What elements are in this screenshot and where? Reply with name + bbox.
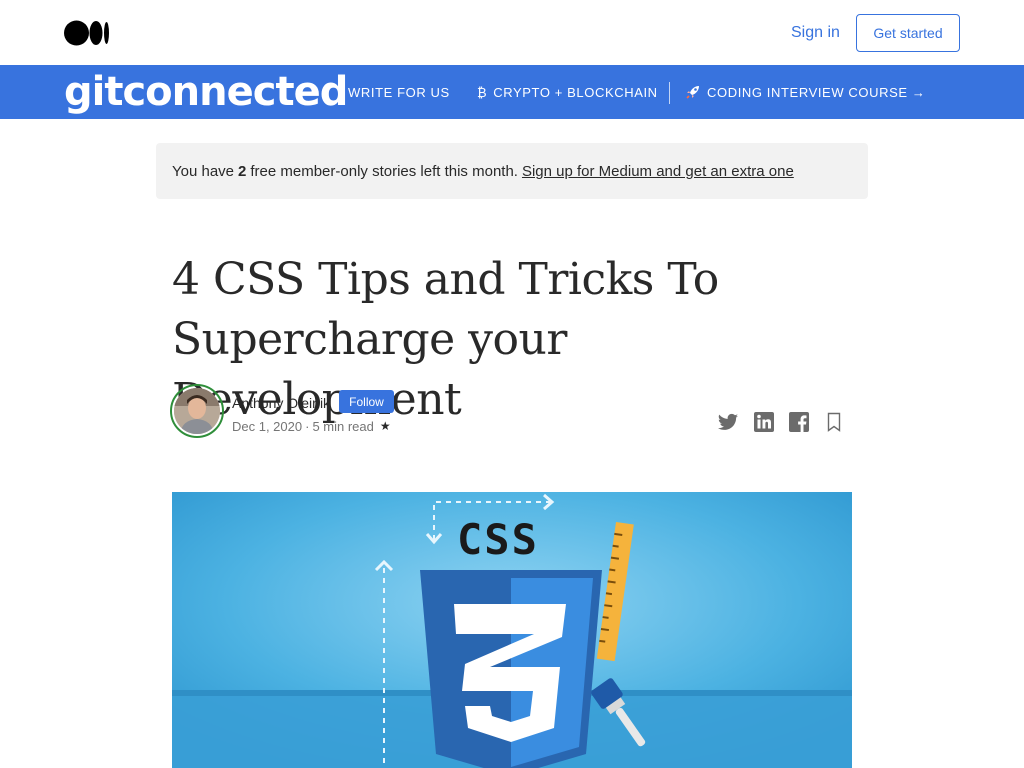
nav-write-for-us[interactable]: WRITE FOR US xyxy=(348,65,450,119)
nav-write-label: WRITE FOR US xyxy=(348,84,450,100)
nav-coding-label: CODING INTERVIEW COURSE → xyxy=(707,84,926,100)
twitter-icon[interactable] xyxy=(716,410,740,434)
nav-crypto-label: CRYPTO + BLOCKCHAIN xyxy=(493,84,658,100)
bookmark-icon[interactable] xyxy=(822,410,846,434)
get-started-button[interactable]: Get started xyxy=(856,14,960,52)
sign-in-link[interactable]: Sign in xyxy=(791,24,840,42)
medium-logo-icon[interactable] xyxy=(64,20,110,46)
notice-prefix: You have xyxy=(172,162,235,180)
member-stories-notice: You have 2 free member-only stories left… xyxy=(156,143,868,199)
linkedin-icon[interactable] xyxy=(752,410,776,434)
notice-suffix: free member-only stories left this month… xyxy=(250,162,518,180)
nav-coding-interview-course[interactable]: CODING INTERVIEW COURSE → xyxy=(685,65,925,119)
nav-crypto-blockchain[interactable]: ₿ CRYPTO + BLOCKCHAIN xyxy=(477,65,658,119)
facebook-icon[interactable] xyxy=(787,410,811,434)
bitcoin-icon: ₿ xyxy=(477,84,488,100)
author-name[interactable]: Anthony Oleinik xyxy=(232,395,330,411)
article-meta: Dec 1, 2020 · 5 min read ★ xyxy=(232,419,391,434)
top-bar: Sign in Get started xyxy=(0,0,1024,65)
hero-css-text: CSS xyxy=(457,515,539,564)
member-star-icon: ★ xyxy=(379,419,391,433)
rocket-icon xyxy=(686,86,699,99)
meta-separator: · xyxy=(305,419,310,434)
signup-extra-link[interactable]: Sign up for Medium and get an extra one xyxy=(522,163,794,180)
notice-count: 2 xyxy=(238,162,247,180)
author-avatar[interactable] xyxy=(174,388,220,434)
follow-button[interactable]: Follow xyxy=(339,390,394,413)
publication-bar: gitconnected WRITE FOR US ₿ CRYPTO + BLO… xyxy=(0,65,1024,119)
nav-divider xyxy=(669,82,670,104)
gitconnected-logo[interactable]: gitconnected xyxy=(64,69,348,115)
read-time: 5 min read xyxy=(312,419,374,434)
hero-image: CSS 3 xyxy=(172,492,852,768)
publish-date: Dec 1, 2020 xyxy=(232,419,303,434)
